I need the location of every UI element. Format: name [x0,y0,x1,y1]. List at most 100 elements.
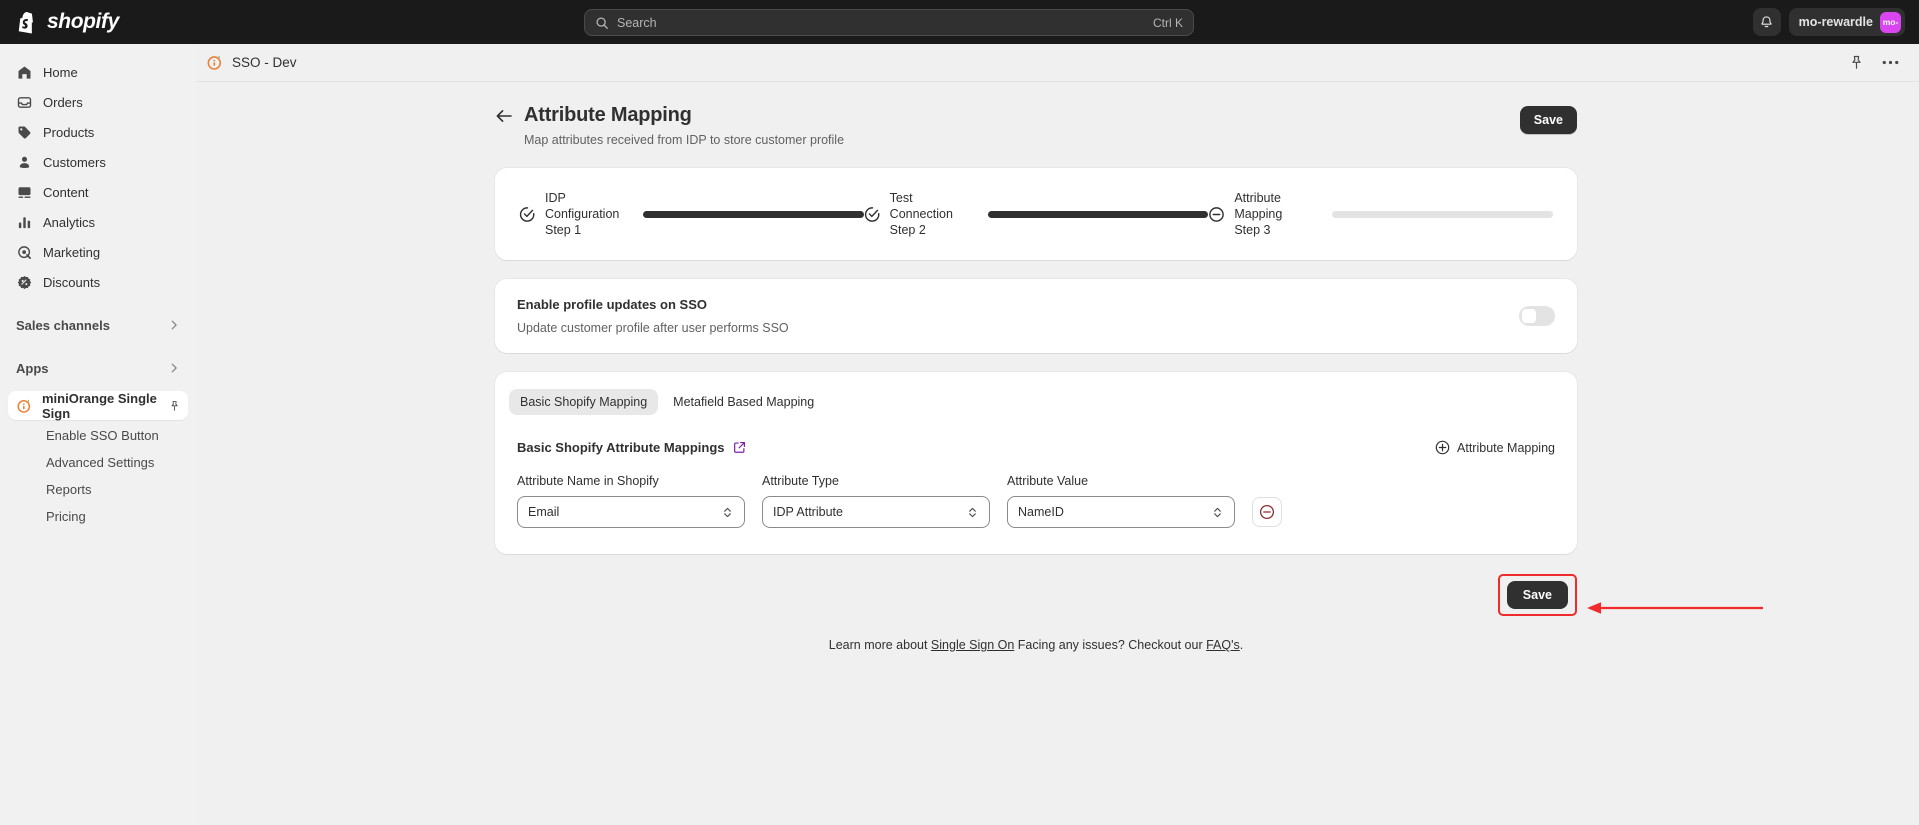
chevron-updown-icon [724,507,731,517]
search-shortcut: Ctrl K [1153,15,1183,30]
page-subtitle: Map attributes received from IDP to stor… [524,133,845,147]
red-arrow-pointer [1587,602,1763,614]
pin-icon[interactable] [169,399,180,413]
chevron-right-icon [171,320,177,330]
attribute-name-field: Attribute Name in Shopify Email [517,474,745,528]
main-sidebar: Home Orders Products Customers Content A… [0,44,196,825]
stepper-line2: Mapping [1234,207,1283,221]
more-horizontal-icon[interactable] [1882,60,1899,65]
sidebar-group-label: Apps [16,360,49,376]
app-header-right [1849,55,1899,70]
tab-metafield-based-mapping[interactable]: Metafield Based Mapping [662,389,825,415]
stepper-line3: Step 2 [889,223,926,237]
stepper-line1: Test [889,191,913,205]
stepper-line3: Step 1 [545,223,582,237]
attribute-value-value: NameID [1018,505,1064,519]
search-icon [596,16,608,29]
sidebar-subitem-label: Reports [46,481,92,497]
save-button-top[interactable]: Save [1519,106,1577,134]
sidebar-item-home[interactable]: Home [8,58,188,86]
footer-text-middle: Facing any issues? Checkout our [1014,638,1207,652]
profile-updates-text: Enable profile updates on SSO Update cus… [517,297,789,335]
sidebar-label: Home [43,64,78,80]
bell-icon [1761,15,1772,27]
page-title-row: Attribute Mapping Map attributes receive… [495,82,1577,147]
profile-updates-description: Update customer profile after user perfo… [517,321,789,335]
faq-link[interactable]: FAQ's [1206,638,1240,652]
sidebar-item-customers[interactable]: Customers [8,148,188,176]
bottom-save-area: Save [495,574,1763,616]
footer-text-after: . [1239,638,1244,652]
stepper-line2: Configuration [545,207,620,221]
chevron-updown-icon [1214,507,1221,517]
pin-icon[interactable] [1849,55,1864,70]
app-header-bar: SSO - Dev [196,44,1919,82]
sidebar-subitem-label: Advanced Settings [46,454,155,470]
analytics-bars-icon [16,214,32,230]
profile-updates-card: Enable profile updates on SSO Update cus… [495,279,1577,353]
sidebar-subitem-enable-sso-button[interactable]: Enable SSO Button [8,423,188,447]
attribute-type-select[interactable]: IDP Attribute [762,496,990,528]
sidebar-label: Orders [43,94,83,110]
save-button-bottom[interactable]: Save [1506,581,1568,609]
mapping-tabs: Basic Shopify Mapping Metafield Based Ma… [509,389,1563,415]
stepper-step-1: IDP Configuration Step 1 [519,190,864,238]
stepper-line3: Step 3 [1234,223,1271,237]
search-placeholder: Search [617,15,657,30]
sidebar-label: Discounts [43,274,101,290]
sidebar-subitem-advanced-settings[interactable]: Advanced Settings [8,450,188,474]
tab-basic-shopify-mapping[interactable]: Basic Shopify Mapping [509,389,659,415]
external-link-icon[interactable] [733,441,746,454]
stepper-progress-bar [643,210,864,218]
user-menu-button[interactable]: mo-rewardle mo- [1788,8,1905,36]
marketing-target-icon [16,244,32,260]
attribute-value-select[interactable]: NameID [1007,496,1235,528]
sidebar-subitem-label: Enable SSO Button [46,427,159,443]
global-search-input[interactable]: Search Ctrl K [584,9,1194,36]
sidebar-item-discounts[interactable]: Discounts [8,268,188,296]
sidebar-item-analytics[interactable]: Analytics [8,208,188,236]
stepper-step-3: Attribute Mapping Step 3 [1208,190,1554,238]
home-icon [16,64,32,80]
attribute-value-field: Attribute Value NameID [1007,474,1235,528]
add-attribute-mapping-button[interactable]: Attribute Mapping [1435,440,1555,455]
remove-mapping-row-button[interactable] [1252,497,1282,527]
attribute-name-select[interactable]: Email [517,496,745,528]
minus-circle-icon [1208,206,1225,223]
app-content: Attribute Mapping Map attributes receive… [196,82,1919,825]
sidebar-group-apps[interactable]: Apps [8,354,188,382]
sidebar-group-sales-channels[interactable]: Sales channels [8,311,188,339]
stepper-progress-bar [987,210,1209,218]
attribute-mapping-card: Basic Shopify Mapping Metafield Based Ma… [495,372,1577,554]
sidebar-item-orders[interactable]: Orders [8,88,188,116]
product-tag-icon [16,124,32,140]
sidebar-subitem-pricing[interactable]: Pricing [8,504,188,528]
stepper-line1: Attribute [1234,191,1281,205]
mapping-section-header: Basic Shopify Attribute Mappings Attribu… [509,440,1563,455]
sidebar-item-products[interactable]: Products [8,118,188,146]
sidebar-item-marketing[interactable]: Marketing [8,238,188,266]
content-image-icon [16,184,32,200]
app-header-left: SSO - Dev [206,54,297,71]
sidebar-item-miniorange-single-sign[interactable]: miniOrange Single Sign [8,391,188,421]
orders-inbox-icon [16,94,32,110]
sidebar-item-content[interactable]: Content [8,178,188,206]
check-circle-icon [519,206,536,223]
attribute-type-value: IDP Attribute [773,505,843,519]
profile-updates-toggle[interactable] [1519,306,1555,326]
sidebar-subitem-label: Pricing [46,508,86,524]
attribute-type-field: Attribute Type IDP Attribute [762,474,990,528]
single-sign-on-link[interactable]: Single Sign On [931,638,1014,652]
sidebar-subitem-reports[interactable]: Reports [8,477,188,501]
shopify-logo[interactable]: shopify [18,10,119,34]
notifications-button[interactable] [1752,8,1781,36]
sidebar-label: Products [43,124,95,140]
arrow-left-icon[interactable] [495,107,513,125]
embedded-app-frame: SSO - Dev Attribute Mapping Map attribut… [196,44,1919,825]
avatar: mo- [1880,11,1901,33]
miniorange-icon [16,398,32,414]
attribute-type-label: Attribute Type [762,474,839,488]
app-header-title: SSO - Dev [232,55,297,70]
stepper-line1: IDP [545,191,566,205]
sidebar-group-label: Sales channels [16,317,110,333]
